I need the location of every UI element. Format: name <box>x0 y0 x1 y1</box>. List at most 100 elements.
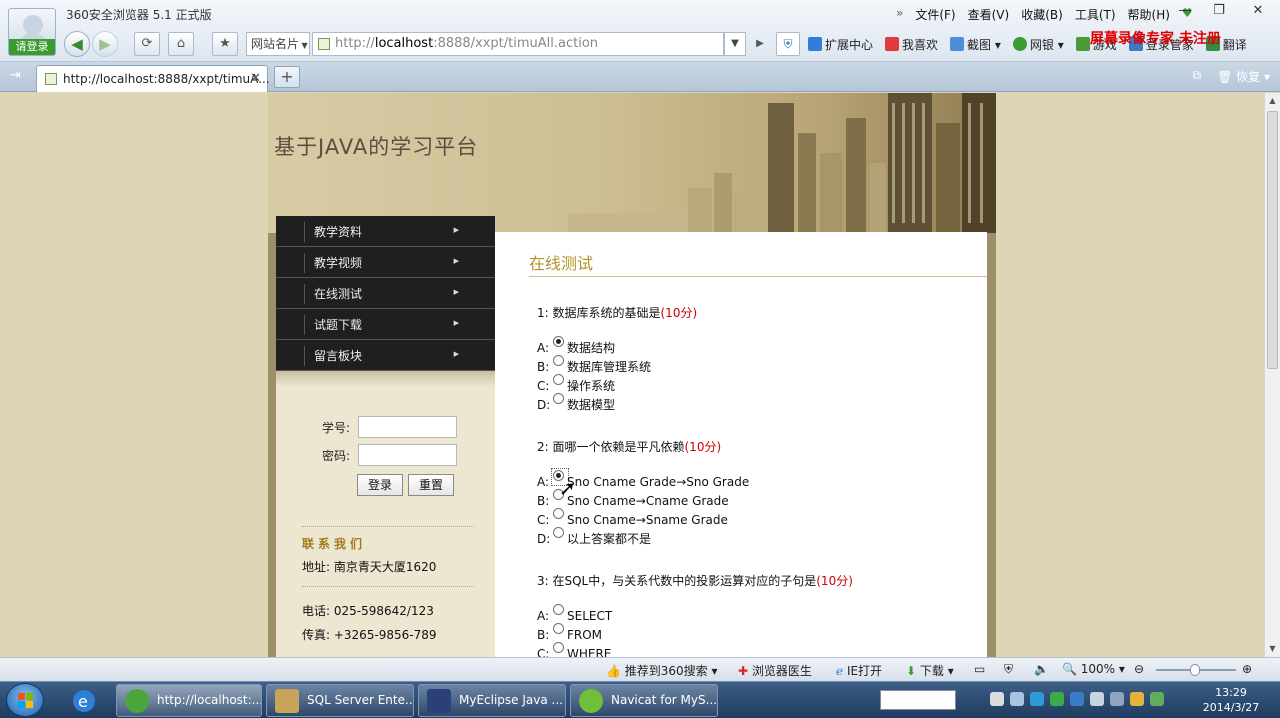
password-input[interactable] <box>358 444 457 466</box>
address-bar[interactable]: http://localhost:8888/xxpt/timuAll.actio… <box>312 32 724 56</box>
sidebar-toggle-icon[interactable]: ⇥ <box>10 68 21 83</box>
window-icon[interactable]: ▭ <box>974 662 985 676</box>
q3-radio-a[interactable] <box>553 604 564 615</box>
tray-360-icon[interactable] <box>1050 692 1064 706</box>
nav-item-exam-download[interactable]: 试题下载 ▶ <box>276 309 495 340</box>
zoom-in-icon[interactable]: ⊕ <box>1242 662 1252 676</box>
refresh-icon[interactable]: ⟳ <box>134 32 160 56</box>
ie-icon: ℯ <box>836 664 844 678</box>
browser-doctor-button[interactable]: ✚ 浏览器医生 <box>738 662 812 679</box>
reset-button[interactable]: 重置 <box>408 474 454 496</box>
forward-arrow-icon[interactable]: ▶ <box>92 31 118 57</box>
tray-volume-icon[interactable] <box>1090 692 1104 706</box>
pinned-ie-icon[interactable]: e <box>62 686 106 716</box>
menu-view[interactable]: 查看(V) <box>968 6 1010 23</box>
system-clock[interactable]: 13:29 2014/3/27 <box>1200 685 1262 715</box>
q1-option-c[interactable]: C: 操作系统 <box>537 374 615 393</box>
menu-favorites[interactable]: 收藏(B) <box>1021 6 1063 23</box>
q1-option-d[interactable]: D: 数据模型 <box>537 393 615 412</box>
q3-option-b[interactable]: B: FROM <box>537 623 602 642</box>
question-text: 1: 数据库系统的基础是 <box>537 306 661 320</box>
shield-status-icon[interactable]: ⛨ <box>1004 662 1013 677</box>
login-button[interactable]: 登录 <box>357 474 403 496</box>
tray-flag-icon[interactable] <box>1130 692 1144 706</box>
q2-radio-d[interactable] <box>553 527 564 538</box>
student-id-row: 学号: <box>276 416 495 438</box>
q2-radio-c[interactable] <box>553 508 564 519</box>
back-arrow-icon[interactable]: ◀ <box>64 31 90 57</box>
go-arrow-icon[interactable]: ▶ <box>750 32 770 56</box>
ie-open-button[interactable]: ℯ IE打开 <box>836 662 882 679</box>
nav-item-message-board[interactable]: 留言板块 ▶ <box>276 340 495 371</box>
tray-network-icon[interactable] <box>1010 692 1024 706</box>
q3-option-c[interactable]: C: WHERE <box>537 642 611 657</box>
menu-tools[interactable]: 工具(T) <box>1075 6 1116 23</box>
like-button[interactable]: 我喜欢 <box>885 36 938 53</box>
tab-close-icon[interactable]: ✕ <box>250 66 261 92</box>
scrollbar-thumb[interactable] <box>1267 111 1278 369</box>
q1-option-a[interactable]: A: 数据结构 <box>537 336 615 355</box>
scroll-up-icon[interactable]: ▲ <box>1265 93 1280 109</box>
q1-radio-b[interactable] <box>553 355 564 366</box>
menu-help[interactable]: 帮助(H) <box>1128 6 1170 23</box>
zoom-slider-thumb[interactable] <box>1190 664 1200 676</box>
tray-qq-icon[interactable] <box>1030 692 1044 706</box>
task-navicat[interactable]: Navicat for MyS... <box>570 684 718 717</box>
menu-file[interactable]: 文件(F) <box>915 6 955 23</box>
tray-search-icon[interactable] <box>1150 692 1164 706</box>
minimize-icon[interactable]: — <box>1168 0 1202 22</box>
gamepad-icon <box>1075 37 1090 51</box>
ie-open-label: IE打开 <box>846 664 883 678</box>
login-badge[interactable]: 请登录 <box>9 39 55 55</box>
tray-search-box[interactable] <box>880 690 956 710</box>
q3-radio-c[interactable] <box>553 642 564 653</box>
home-icon[interactable]: ⌂ <box>168 32 194 56</box>
start-button[interactable] <box>6 683 44 717</box>
question-score: (10分) <box>660 306 698 320</box>
screenshot-button[interactable]: 截图 ▾ <box>950 36 1001 53</box>
zoom-button[interactable]: 🔍 100% ▾ <box>1062 662 1125 676</box>
q2-option-c[interactable]: C: Sno Cname→Sname Grade <box>537 508 728 527</box>
nav-item-teaching-videos[interactable]: 教学视频 ▶ <box>276 247 495 278</box>
bank-icon <box>1012 37 1027 51</box>
tray-keyboard-icon[interactable] <box>990 692 1004 706</box>
close-window-icon[interactable]: ✕ <box>1236 0 1280 22</box>
q1-option-b[interactable]: B: 数据库管理系统 <box>537 355 651 374</box>
favorite-star-icon[interactable]: ★ <box>212 32 238 56</box>
q3-radio-b[interactable] <box>553 623 564 634</box>
tab-current[interactable]: http://localhost:8888/xxpt/timuA... ✕ <box>36 65 270 92</box>
nav-item-teaching-materials[interactable]: 教学资料 ▶ <box>276 216 495 247</box>
nav-item-online-test[interactable]: 在线测试 ▶ <box>276 278 495 309</box>
menu-chevron-icon[interactable]: » <box>896 6 903 23</box>
site-card-dropdown[interactable]: 网站名片 ▼ <box>246 32 310 56</box>
vertical-scrollbar[interactable]: ▲ ▼ <box>1264 93 1280 657</box>
restore-closed-tab-button[interactable]: 🗑 恢复 ▾ <box>1217 68 1270 85</box>
new-tab-button[interactable]: + <box>274 66 300 88</box>
tray-display-icon[interactable] <box>1110 692 1124 706</box>
recommend-360-search-button[interactable]: 👍 推荐到360搜索 ▾ <box>606 662 718 679</box>
q1-radio-a[interactable] <box>553 336 564 347</box>
task-myeclipse[interactable]: MyEclipse Java ... <box>418 684 566 717</box>
task-360-browser[interactable]: http://localhost:... <box>116 684 262 717</box>
tab-list-icon[interactable]: ⧉ <box>1193 68 1202 85</box>
download-button[interactable]: ⬇ 下载 ▾ <box>906 662 954 679</box>
q1-radio-d[interactable] <box>553 393 564 404</box>
like-label: 我喜欢 <box>902 38 939 52</box>
site-nav-menu: 教学资料 ▶ 教学视频 ▶ 在线测试 ▶ 试题下载 ▶ 留言板块 ▶ <box>276 216 495 371</box>
security-shield-icon[interactable]: ⛨ <box>776 32 800 56</box>
address-dropdown-icon[interactable]: ▼ <box>724 32 746 56</box>
tray-shield-icon[interactable] <box>1070 692 1084 706</box>
sound-icon[interactable]: 🔈 <box>1034 662 1049 676</box>
zoom-out-icon[interactable]: ⊖ <box>1134 662 1144 676</box>
student-id-input[interactable] <box>358 416 457 438</box>
q1-radio-c[interactable] <box>553 374 564 385</box>
contact-divider <box>302 586 474 587</box>
restore-icon[interactable]: ❐ <box>1202 0 1236 22</box>
q3-option-a[interactable]: A: SELECT <box>537 604 612 623</box>
scroll-down-icon[interactable]: ▼ <box>1265 641 1280 657</box>
task-sql-server[interactable]: SQL Server Ente... <box>266 684 414 717</box>
online-bank-button[interactable]: 网银 ▾ <box>1012 36 1064 53</box>
q2-option-d[interactable]: D: 以上答案都不是 <box>537 527 651 546</box>
extension-center-button[interactable]: 扩展中心 <box>808 36 873 53</box>
login-avatar-button[interactable]: 请登录 <box>8 8 56 56</box>
